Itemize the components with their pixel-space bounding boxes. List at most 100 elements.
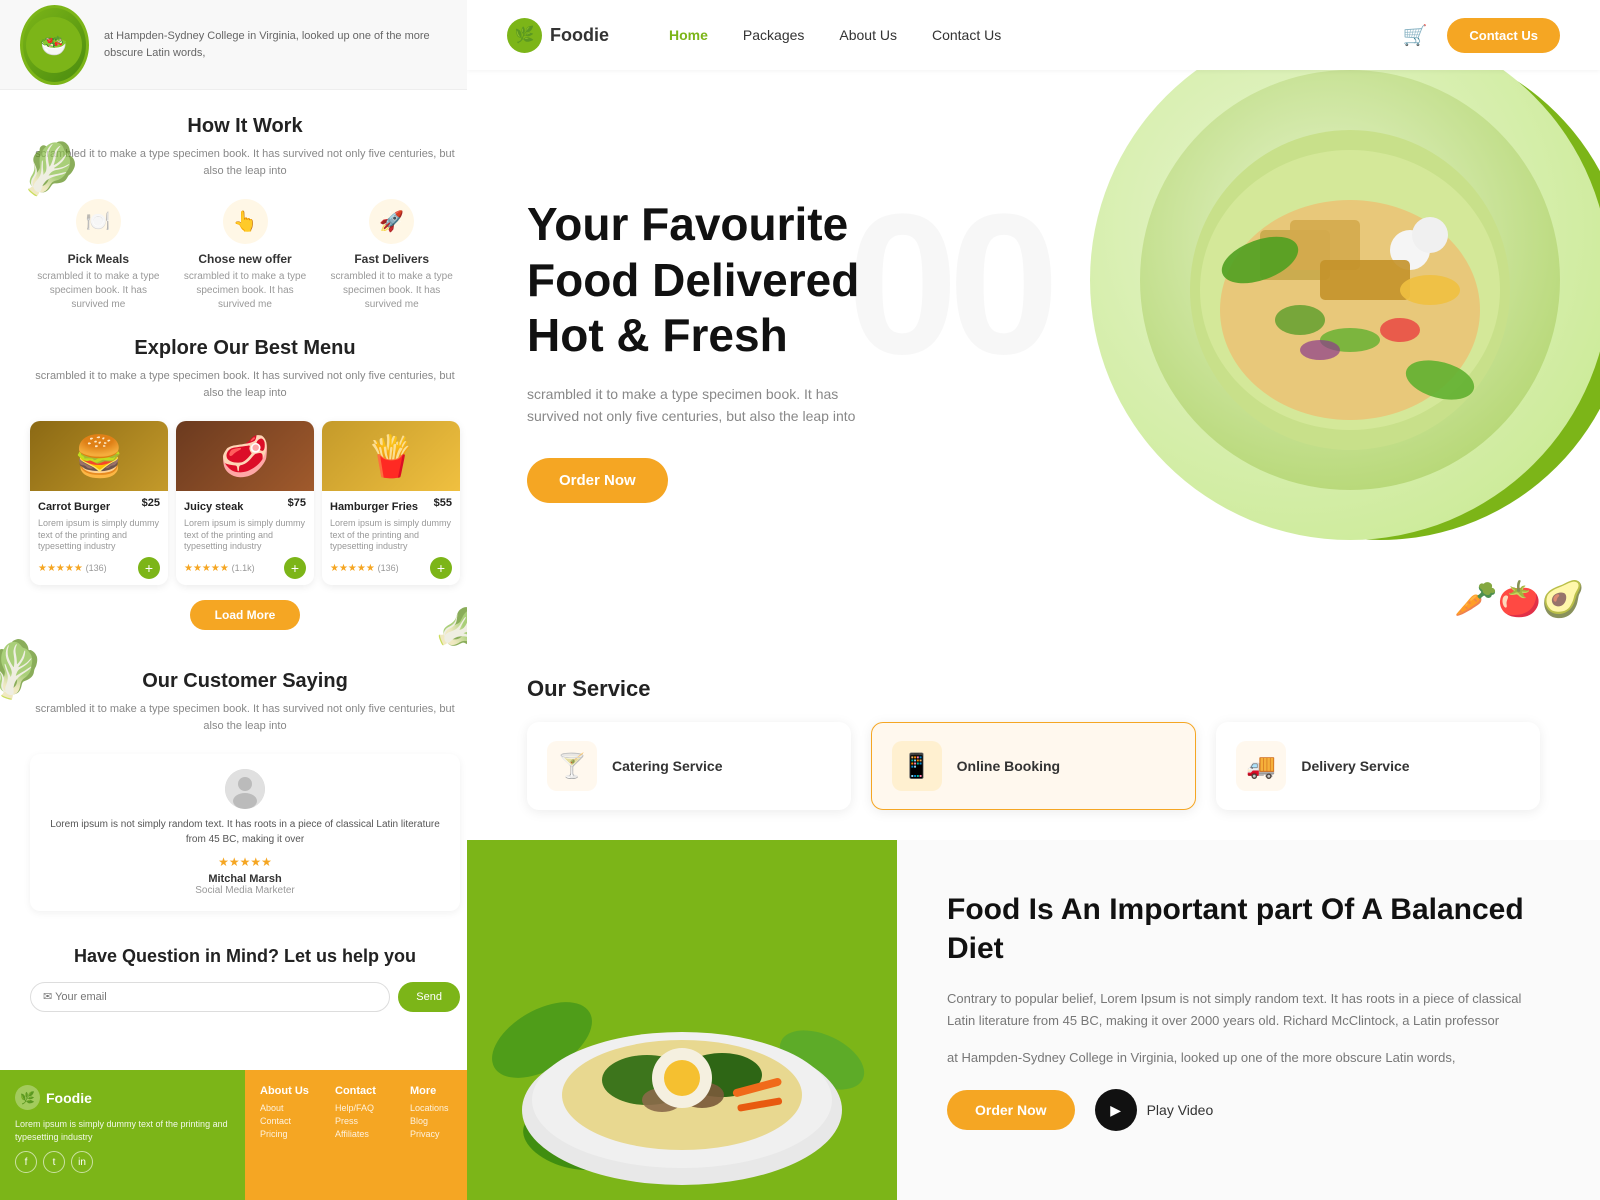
pick-meals-icon: 🍽️ bbox=[76, 199, 121, 244]
steak-desc: Lorem ipsum is simply dummy text of the … bbox=[184, 518, 306, 553]
nav-link-about[interactable]: About Us bbox=[839, 27, 897, 43]
fast-delivers-desc: scrambled it to make a type specimen boo… bbox=[323, 270, 460, 312]
load-more-button[interactable]: Load More bbox=[190, 600, 301, 630]
menu-card-fries: 🍟 Hamburger Fries $55 Lorem ipsum is sim… bbox=[322, 421, 460, 585]
step-fast-delivers: 🚀 Fast Delivers scrambled it to make a t… bbox=[323, 199, 460, 312]
footer-about-item-3[interactable]: Pricing bbox=[260, 1129, 325, 1139]
testimonial-stars: ★★★★★ bbox=[45, 855, 445, 869]
hero-section: Your Favourite Food Delivered Hot & Fres… bbox=[467, 70, 1600, 630]
food-bowl-inner bbox=[1140, 70, 1560, 490]
play-circle-icon: ▶ bbox=[1095, 1089, 1137, 1131]
burger-stars: ★★★★★ (136) bbox=[38, 563, 107, 574]
services-cards: 🍸 Catering Service 📱 Online Booking 🚚 De… bbox=[527, 722, 1540, 810]
send-button[interactable]: Send bbox=[398, 982, 460, 1012]
hero-image-container bbox=[1050, 70, 1600, 590]
hero-title: Your Favourite Food Delivered Hot & Fres… bbox=[527, 197, 947, 363]
catering-label: Catering Service bbox=[612, 758, 723, 774]
step-pick-meals: 🍽️ Pick Meals scrambled it to make a typ… bbox=[30, 199, 167, 312]
footer-more-item-2[interactable]: Blog bbox=[410, 1116, 475, 1126]
twitter-icon[interactable]: t bbox=[43, 1151, 65, 1173]
service-delivery[interactable]: 🚚 Delivery Service bbox=[1216, 722, 1540, 810]
left-top-area: 🥗 at Hampden-Sydney College in Virginia,… bbox=[0, 0, 490, 90]
footer-col-about: About Us About Contact Pricing bbox=[260, 1085, 325, 1185]
burger-price: $25 bbox=[142, 497, 160, 509]
burger-body: Carrot Burger $25 Lorem ipsum is simply … bbox=[30, 491, 168, 585]
fries-body: Hamburger Fries $55 Lorem ipsum is simpl… bbox=[322, 491, 460, 585]
bottom-food-bowl bbox=[482, 860, 882, 1200]
fries-image: 🍟 bbox=[322, 421, 460, 491]
fries-footer: ★★★★★ (136) + bbox=[330, 557, 452, 579]
bottom-section: Food Is An Important part Of A Balanced … bbox=[467, 840, 1600, 1200]
footer-right: About Us About Contact Pricing Contact H… bbox=[245, 1070, 490, 1200]
nav-link-contact[interactable]: Contact Us bbox=[932, 27, 1001, 43]
testimonial-section: Our Customer Saying scrambled it to make… bbox=[0, 670, 490, 926]
fries-stars: ★★★★★ (136) bbox=[330, 563, 399, 574]
menu-grid: 🍔 Carrot Burger $25 Lorem ipsum is simpl… bbox=[30, 421, 460, 585]
play-text: Play Video bbox=[1147, 1102, 1214, 1118]
hero-order-button[interactable]: Order Now bbox=[527, 458, 668, 503]
steak-body: Juicy steak $75 Lorem ipsum is simply du… bbox=[176, 491, 314, 585]
explore-menu-title: Explore Our Best Menu bbox=[30, 337, 460, 360]
bottom-title: Food Is An Important part Of A Balanced … bbox=[947, 890, 1550, 968]
bottom-text-2: at Hampden-Sydney College in Virginia, l… bbox=[947, 1047, 1550, 1069]
bottom-text-1: Contrary to popular belief, Lorem Ipsum … bbox=[947, 988, 1550, 1032]
bottom-actions: Order Now ▶ Play Video bbox=[947, 1089, 1550, 1131]
footer-contact-item-3[interactable]: Affiliates bbox=[335, 1129, 400, 1139]
steak-name: Juicy steak bbox=[184, 501, 243, 513]
navbar: 🌿 Foodie Home Packages About Us Contact … bbox=[467, 0, 1600, 70]
footer-left: 🌿 Foodie Lorem ipsum is simply dummy tex… bbox=[0, 1070, 245, 1200]
steak-add-button[interactable]: + bbox=[284, 557, 306, 579]
contact-title: Have Question in Mind? Let us help you bbox=[30, 946, 460, 967]
hero-text: Your Favourite Food Delivered Hot & Fres… bbox=[527, 197, 947, 502]
svg-text:🥗: 🥗 bbox=[41, 33, 68, 58]
footer-about-item-1[interactable]: About bbox=[260, 1103, 325, 1113]
services-section: Our Service 🍸 Catering Service 📱 Online … bbox=[467, 646, 1600, 840]
testimonial-title: Our Customer Saying bbox=[30, 670, 460, 693]
step-choose-offer: 👆 Chose new offer scrambled it to make a… bbox=[177, 199, 314, 312]
nav-links: Home Packages About Us Contact Us bbox=[669, 27, 1402, 43]
service-catering[interactable]: 🍸 Catering Service bbox=[527, 722, 851, 810]
steak-stars: ★★★★★ (1.1k) bbox=[184, 563, 255, 574]
nav-link-home[interactable]: Home bbox=[669, 27, 708, 43]
footer-contact-item-1[interactable]: Help/FAQ bbox=[335, 1103, 400, 1113]
reviewer-name: Mitchal Marsh bbox=[45, 873, 445, 885]
play-button[interactable]: ▶ Play Video bbox=[1095, 1089, 1214, 1131]
footer-logo-text: Foodie bbox=[46, 1090, 92, 1106]
steak-footer: ★★★★★ (1.1k) + bbox=[184, 557, 306, 579]
pick-meals-label: Pick Meals bbox=[68, 252, 129, 266]
left-panel: 🥗 at Hampden-Sydney College in Virginia,… bbox=[0, 0, 490, 1200]
footer-col-more: More Locations Blog Privacy bbox=[410, 1085, 475, 1185]
bottom-left-image bbox=[467, 840, 897, 1200]
cart-icon[interactable]: 🛒 bbox=[1402, 23, 1427, 48]
bottom-right-text: Food Is An Important part Of A Balanced … bbox=[897, 840, 1600, 1200]
burger-add-button[interactable]: + bbox=[138, 557, 160, 579]
nav-actions: 🛒 Contact Us bbox=[1402, 18, 1560, 53]
hero-food-bowl bbox=[1090, 70, 1600, 540]
footer-about-item-2[interactable]: Contact bbox=[260, 1116, 325, 1126]
booking-label: Online Booking bbox=[957, 758, 1060, 774]
services-title: Our Service bbox=[527, 676, 1540, 702]
footer-more-item-3[interactable]: Privacy bbox=[410, 1129, 475, 1139]
how-it-work-subtitle: scrambled it to make a type specimen boo… bbox=[30, 146, 460, 179]
reviewer-avatar bbox=[225, 769, 265, 809]
steak-image: 🥩 bbox=[176, 421, 314, 491]
choose-offer-desc: scrambled it to make a type specimen boo… bbox=[177, 270, 314, 312]
instagram-icon[interactable]: in bbox=[71, 1151, 93, 1173]
bottom-order-button[interactable]: Order Now bbox=[947, 1090, 1075, 1130]
left-footer: 🌿 Foodie Lorem ipsum is simply dummy tex… bbox=[0, 1070, 490, 1200]
nav-link-packages[interactable]: Packages bbox=[743, 27, 804, 43]
fries-add-button[interactable]: + bbox=[430, 557, 452, 579]
steak-price: $75 bbox=[288, 497, 306, 509]
pick-meals-desc: scrambled it to make a type specimen boo… bbox=[30, 270, 167, 312]
footer-contact-title: Contact bbox=[335, 1085, 400, 1097]
email-input[interactable] bbox=[30, 982, 390, 1012]
how-steps: 🍽️ Pick Meals scrambled it to make a typ… bbox=[30, 199, 460, 312]
service-online-booking[interactable]: 📱 Online Booking bbox=[871, 722, 1197, 810]
hero-subtitle: scrambled it to make a type specimen boo… bbox=[527, 383, 877, 428]
footer-more-item-1[interactable]: Locations bbox=[410, 1103, 475, 1113]
choose-offer-label: Chose new offer bbox=[198, 252, 291, 266]
footer-contact-item-2[interactable]: Press bbox=[335, 1116, 400, 1126]
nav-logo: 🌿 Foodie bbox=[507, 18, 609, 53]
contact-us-button[interactable]: Contact Us bbox=[1447, 18, 1560, 53]
facebook-icon[interactable]: f bbox=[15, 1151, 37, 1173]
